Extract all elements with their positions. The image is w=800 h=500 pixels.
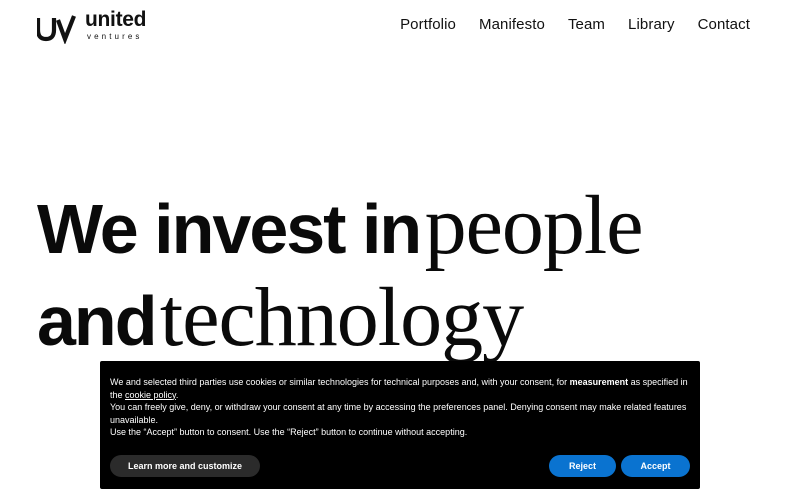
nav-link-team[interactable]: Team <box>568 16 605 34</box>
hero-heading: We invest in people and technology <box>37 180 777 364</box>
learn-more-customize-button[interactable]: Learn more and customize <box>110 455 260 477</box>
nav-link-portfolio[interactable]: Portfolio <box>400 16 456 34</box>
nav-link-contact[interactable]: Contact <box>698 16 750 34</box>
hero-line2-serif: technology <box>159 271 524 364</box>
nav-link-library[interactable]: Library <box>628 16 675 34</box>
logo-word: united <box>85 8 147 31</box>
cookie-p1-measurement: measurement <box>569 377 629 387</box>
logo-link[interactable]: united ventures <box>37 8 162 44</box>
reject-button[interactable]: Reject <box>549 455 616 477</box>
cookie-banner: We and selected third parties use cookie… <box>100 361 700 489</box>
page: united ventures Portfolio Manifesto Team… <box>0 0 800 500</box>
hero-line-1: We invest in people <box>37 180 777 272</box>
site-header: united ventures Portfolio Manifesto Team… <box>0 0 800 48</box>
cookie-banner-text: We and selected third parties use cookie… <box>110 376 690 439</box>
cookie-paragraph-2: You can freely give, deny, or withdraw y… <box>110 402 687 425</box>
accept-button[interactable]: Accept <box>621 455 690 477</box>
hero-line1-serif: people <box>424 179 644 272</box>
hero-line1-bold: We invest in <box>37 190 422 268</box>
nav-link-manifesto[interactable]: Manifesto <box>479 16 545 34</box>
cookie-p1-end: . <box>175 389 179 400</box>
logo-subword: ventures <box>87 32 143 41</box>
cookie-paragraph-3: Use the “Accept” button to consent. Use … <box>110 427 468 437</box>
cookie-p1-before: We and selected third parties use cookie… <box>110 377 570 387</box>
main-nav: Portfolio Manifesto Team Library Contact <box>400 16 750 34</box>
cookie-policy-link[interactable]: cookie policy <box>125 390 176 400</box>
hero-line-2: and technology <box>37 272 777 364</box>
hero-line2-bold: and <box>37 282 157 360</box>
cookie-actions: Learn more and customize Reject Accept <box>110 455 690 477</box>
cookie-paragraph-1: We and selected third parties use cookie… <box>110 376 690 401</box>
